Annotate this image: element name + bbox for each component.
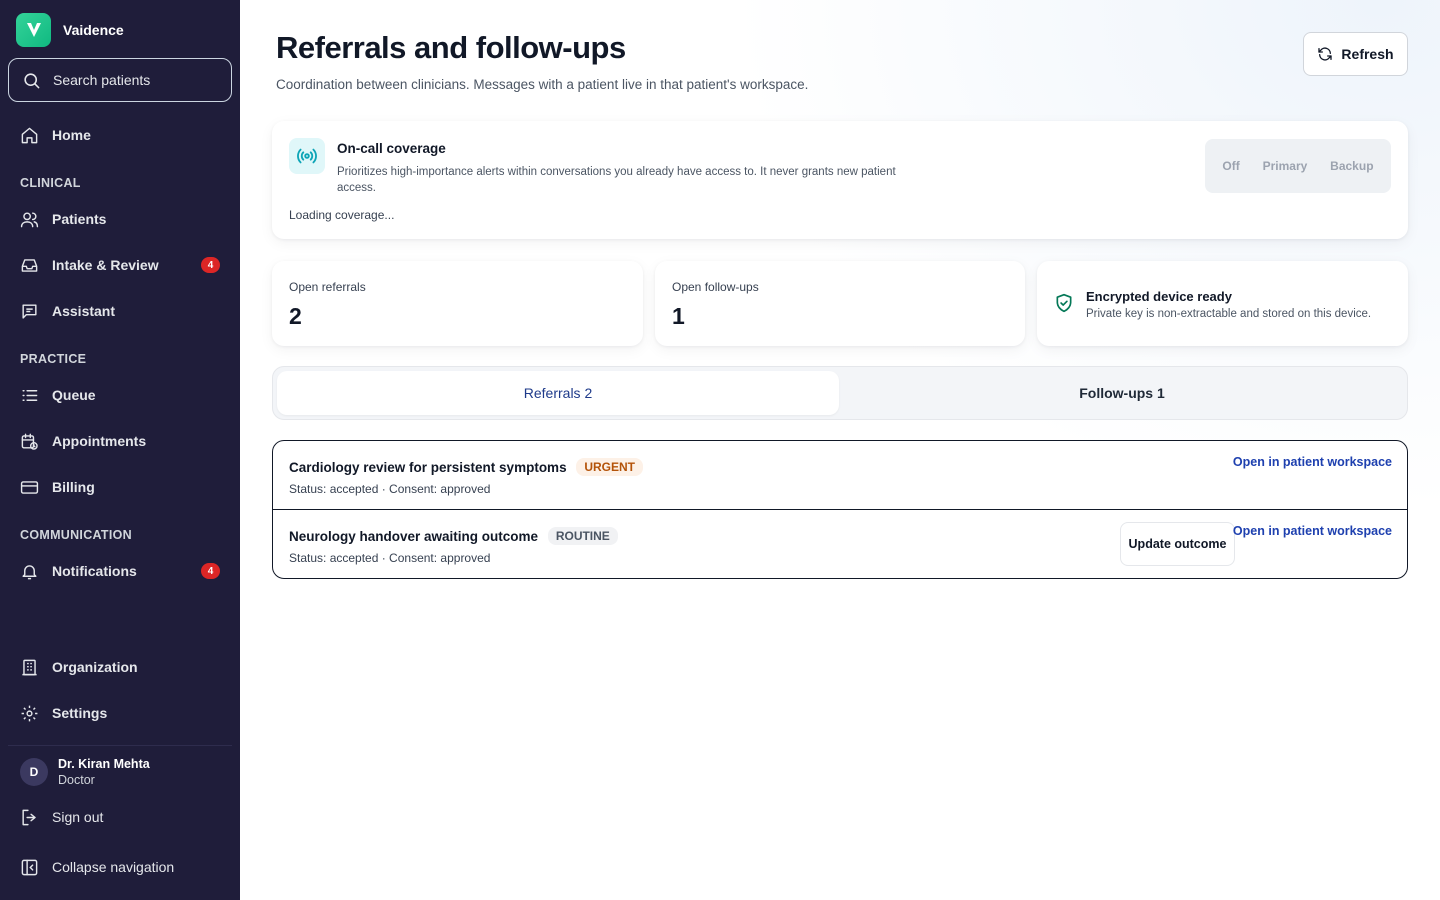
search-input[interactable]: Search patients [8,58,232,102]
nav-label-notifications: Notifications [52,563,137,579]
sidebar: Vaidence Search patients Home CLINICAL P… [0,0,240,900]
credit-card-icon [20,480,39,494]
user-name: Dr. Kiran Mehta [58,757,150,771]
tab-bar: Referrals 2 Follow-ups 1 [272,366,1408,420]
search-placeholder: Search patients [53,72,151,88]
nav-label-billing: Billing [52,479,95,495]
nav-item-notifications[interactable]: Notifications 4 [20,559,220,583]
section-communication: COMMUNICATION [20,528,132,542]
bell-icon [22,564,37,579]
nav-item-billing[interactable]: Billing [20,475,220,499]
nav-label-patients: Patients [52,211,107,227]
users-icon [20,211,39,227]
shield-check-icon [1054,293,1074,318]
nav-label-intake: Intake & Review [52,257,159,273]
referral-meta: Status: accepted · Consent: approved [289,551,491,565]
brand[interactable]: Vaidence [16,13,124,47]
building-icon [22,659,37,675]
broadcast-icon [289,138,325,174]
user-profile[interactable]: D Dr. Kiran Mehta Doctor [20,757,150,787]
encrypted-device-card: Encrypted device ready Private key is no… [1037,261,1408,346]
chat-icon [22,303,37,319]
list-item[interactable]: Neurology handover awaiting outcome ROUT… [273,510,1407,578]
device-status-title: Encrypted device ready [1086,289,1232,304]
page-title: Referrals and follow-ups [276,30,626,65]
coverage-mode-selector: Off Primary Backup [1205,139,1391,193]
nav-item-home[interactable]: Home [20,123,220,147]
collapse-navigation-button[interactable]: Collapse navigation [20,855,220,879]
referral-title: Neurology handover awaiting outcome ROUT… [289,527,618,545]
nav-label-settings: Settings [52,705,108,721]
sidebar-divider [8,745,232,746]
sign-out-icon [22,809,36,825]
nav-label-assistant: Assistant [52,303,116,319]
open-referrals-card: Open referrals 2 [272,261,643,346]
nav-item-appointments[interactable]: Appointments [20,429,220,453]
nav-item-intake[interactable]: Intake & Review 4 [20,253,220,277]
referral-title-text: Cardiology review for persistent symptom… [289,460,567,475]
open-workspace-link[interactable]: Open in patient workspace [1233,524,1392,538]
page-subtitle: Coordination between clinicians. Message… [276,77,809,92]
main-content: Referrals and follow-ups Coordination be… [240,0,1440,900]
nav-label-organization: Organization [52,659,138,675]
nav-item-assistant[interactable]: Assistant [20,299,220,323]
list-item[interactable]: Cardiology review for persistent symptom… [273,441,1407,510]
priority-badge: ROUTINE [547,527,618,545]
vaidence-logo-icon [16,13,51,47]
open-referrals-value: 2 [289,303,302,329]
collapse-label: Collapse navigation [52,859,175,875]
gear-icon [21,705,38,721]
nav-label-appointments: Appointments [52,433,147,449]
search-icon [24,72,40,88]
oncall-coverage-card: On-call coverage Prioritizes high-import… [272,121,1408,239]
oncall-status: Loading coverage... [289,208,395,222]
home-icon [21,127,38,143]
list-icon [22,389,38,401]
sign-out-button[interactable]: Sign out [20,805,220,829]
referral-title-text: Neurology handover awaiting outcome [289,529,539,544]
app-name: Vaidence [63,22,124,38]
avatar: D [20,758,48,786]
referral-title: Cardiology review for persistent symptom… [289,458,644,476]
nav-item-organization[interactable]: Organization [20,655,220,679]
tab-followups[interactable]: Follow-ups 1 [841,371,1403,415]
device-status-description: Private key is non-extractable and store… [1086,308,1372,320]
tab-referrals[interactable]: Referrals 2 [277,371,839,415]
section-practice: PRACTICE [20,352,87,366]
section-clinical: CLINICAL [20,176,81,190]
refresh-button[interactable]: Refresh [1303,32,1408,76]
update-outcome-button[interactable]: Update outcome [1120,522,1235,566]
open-workspace-link[interactable]: Open in patient workspace [1233,455,1392,469]
referral-meta: Status: accepted · Consent: approved [289,482,491,496]
notifications-count-badge: 4 [201,563,220,579]
sign-out-label: Sign out [52,809,104,825]
calendar-clock-icon [21,433,38,450]
coverage-option-primary[interactable]: Primary [1263,159,1308,173]
priority-badge: URGENT [576,458,644,476]
open-referrals-label: Open referrals [289,280,366,294]
sidebar-collapse-icon [21,859,38,875]
intake-count-badge: 4 [201,257,220,273]
nav-label-home: Home [52,127,91,143]
oncall-description: Prioritizes high-importance alerts withi… [337,166,896,194]
user-role: Doctor [58,773,95,787]
coverage-option-off[interactable]: Off [1222,159,1239,173]
nav-item-queue[interactable]: Queue [20,383,220,407]
open-followups-value: 1 [672,303,685,329]
open-followups-card: Open follow-ups 1 [655,261,1025,346]
referral-list: Cardiology review for persistent symptom… [272,440,1408,579]
inbox-icon [21,258,38,272]
oncall-title: On-call coverage [337,141,446,156]
refresh-label: Refresh [1341,46,1394,62]
nav-item-patients[interactable]: Patients [20,207,220,231]
nav-label-queue: Queue [52,387,96,403]
nav-item-settings[interactable]: Settings [20,701,220,725]
coverage-option-backup[interactable]: Backup [1330,159,1373,173]
open-followups-label: Open follow-ups [672,280,759,294]
refresh-icon [1318,47,1333,61]
